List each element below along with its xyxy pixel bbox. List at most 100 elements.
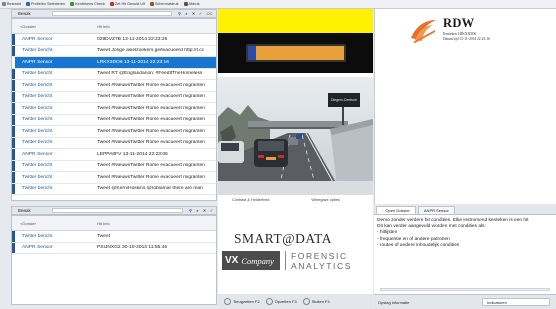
hits-table-header: <Dossier Hit Info [12,19,216,34]
bottom-panel-label: Bewak [18,208,31,213]
confirm-icon[interactable]: ✓ [198,11,203,16]
horizontal-scrollbar[interactable] [380,288,550,291]
row-info: Tweet #NieuwsTwitter Rome evacueert migr… [97,128,205,134]
screenshot-icon [149,2,154,6]
row-type: Twitter bericht [12,126,95,137]
row-info: Tweet #NieuwsTwitter Rome evacueert migr… [97,105,205,111]
tab-1[interactable]: ANPR Sensor [417,206,455,214]
zoom-icon[interactable]: ⌕ [184,11,189,16]
toolbar-button-label: Bestand [7,2,21,6]
table-row[interactable]: Twitter bericht Tweet #NieuwsTwitter Rome… [12,126,216,138]
ok-label[interactable]: OC [205,11,214,16]
table-row[interactable]: ANPR Sensor 029DVZ7B 13-11-2014 22:23:26 [12,34,216,46]
indicators-field[interactable]: Indicatoren [482,298,550,306]
branding-panel: SMART@DATA VX Company FORENSIC ANALYTICS [218,204,373,294]
toolbar-button-5[interactable]: Afdruk [183,2,200,6]
row-type: Twitter bericht [12,137,95,148]
traffic-scene-svg: Diegem-Centrum [218,77,373,195]
file-icon [2,2,6,6]
row-info: Tweet #NieuwsTwitter Rome evacueert migr… [97,94,205,100]
check-icon [70,2,75,6]
top-panel-filter-field[interactable] [52,11,172,16]
table-row[interactable]: Twitter bericht Tweet @KerrvHoskins @robi… [12,183,216,195]
row-info: Tweet @KerrvHoskins @robiamar there are … [97,186,203,192]
people-icon [265,298,273,305]
toolbar-button-3[interactable]: Zet Hit Gevuld Uit [109,2,145,6]
row-info: Tweet #NieuwsTwitter Rome evacueert migr… [97,140,205,146]
action-button-label: Opzetten F3 [274,299,297,304]
table-row[interactable]: Twitter bericht Tweet #NieuwsTwitter Rome… [12,80,216,92]
rdw-title: RDW [443,16,475,30]
delete-icon[interactable]: ✕ [191,11,196,16]
row-type: Twitter bericht [12,231,95,242]
dossier-table-header: <Dossier Hit Info [12,216,216,231]
tab-label: Open Dossier [385,208,410,213]
row-type: Twitter bericht [12,172,95,183]
toolbar-button-1[interactable]: Profielen Selecteren [25,2,65,6]
print-icon [183,2,188,6]
table-row[interactable]: ANPR Sensor LEPPA8FV 13-11-2014 22:23:06 [12,149,216,161]
bottom-panel-header: Bewak ⚲ ⌕ ✕ ✓ [11,206,217,215]
rdw-datetime: Datum/tijd 13-11-2014 22:23:16 [443,37,490,41]
toolbar-button-2[interactable]: Kentekens Check [70,2,105,6]
table-row[interactable]: Twitter bericht Tweet RT @Englandanon: #F… [12,68,216,80]
info-text-area[interactable]: Demo zonder verdere hit condities. Elke … [374,215,556,294]
table-row[interactable]: ANPR Sensor PSIJNXG2 30-10-2014 11:55:46 [12,242,216,254]
column-dossier[interactable]: <Dossier [12,24,95,29]
row-info: Tweet RT @Englandanon: #FeedIfTheHomeles… [97,71,203,77]
action-button-0[interactable]: Terugzetten F2 [224,298,260,305]
row-type: Twitter bericht [12,68,95,79]
table-row[interactable]: Twitter bericht Tweet Jonge asielzoekers … [12,45,216,57]
display-options-link[interactable]: Weergave opties [311,198,339,202]
top-panel-header: Bewak ⚲ ⌕ ✕ ✓ OC [11,9,217,18]
tab-status-icon: ◦ [382,208,384,213]
toolbar-button-label: Kentekens Check [75,2,105,6]
bottom-panel-filter-field[interactable] [52,208,183,213]
table-row[interactable]: Twitter bericht Tweet #NieuwsTwitter Rome… [12,160,216,172]
table-row[interactable]: Twitter bericht Tweet #NieuwsTwitter Rome… [12,114,216,126]
main-toolbar: Bestand Profielen Selecteren Kentekens Che… [0,0,556,9]
table-row[interactable]: Twitter bericht Tweet #NieuwsTwitter Rome… [12,91,216,103]
delete-icon[interactable]: ✕ [202,208,207,213]
smart-data-logo: SMART@DATA [234,231,333,246]
row-info: LEPPA8FV 13-11-2014 22:23:06 [97,151,168,157]
row-info: LRKX3DO6 13-11-2014 22:23:16 [97,59,169,65]
toolbar-button-0[interactable]: Bestand [2,2,21,6]
confirm-icon[interactable]: ✓ [209,208,214,213]
rdw-result-panel: RDW Kenteken LRKX3DO6 Datum/tijd 13-11-2… [374,9,556,204]
table-row[interactable]: Twitter bericht Tweet [12,231,216,243]
zoom-icon[interactable]: ⌕ [195,208,200,213]
toolbar-button-label: Zet Hit Gevuld Uit [114,2,145,6]
hits-table: <Dossier Hit Info ANPR Sensor 029DVZ7B 13… [11,18,217,201]
vx-mark: VX [225,255,239,266]
row-info: 029DVZ7B 13-11-2014 22:23:26 [97,36,168,42]
action-button-label: Terugzetten F2 [233,299,260,304]
action-button-2[interactable]: Sluiten F4 [302,298,330,305]
table-row[interactable]: Twitter bericht Tweet #NieuwsTwitter Rome… [12,172,216,184]
table-row[interactable]: ANPR Sensor LRKX3DO6 13-11-2014 22:23:16 [12,57,216,69]
column-dossier[interactable]: <Dossier [12,221,95,226]
table-row[interactable]: Twitter bericht Tweet #NieuwsTwitter Rome… [12,103,216,115]
tab-0[interactable]: ◦ Open Dossier [376,206,416,214]
toolbar-button-label: Schermafdruk [154,2,179,6]
filter-icon[interactable]: ⚲ [188,208,193,213]
row-type: Twitter bericht [12,45,95,56]
row-type: ANPR Sensor [12,57,95,68]
row-type: ANPR Sensor [12,149,95,160]
close-icon [302,298,310,305]
action-button-1[interactable]: Opzetten F3 [265,298,297,305]
column-hit-info[interactable]: Hit Info [95,221,216,226]
filter-icon[interactable]: ⚲ [177,11,182,16]
row-type: Twitter bericht [12,183,95,194]
row-type: Twitter bericht [12,80,95,91]
row-type: Twitter bericht [12,91,95,102]
forensic-analytics-logo: FORENSIC ANALYTICS [291,251,352,271]
row-type: Twitter bericht [12,160,95,171]
toolbar-button-4[interactable]: Schermafdruk [149,2,179,6]
traffic-camera-image[interactable]: Diegem-Centrum [218,77,373,195]
toolbar-button-label: Afdruk [188,2,200,6]
table-row[interactable]: Twitter bericht Tweet #NieuwsTwitter Rome… [12,137,216,149]
column-hit-info[interactable]: Hit Info [95,24,216,29]
contrast-brightness-link[interactable]: Contrast & Helderheid [232,198,269,202]
row-info: Tweet [97,233,111,239]
